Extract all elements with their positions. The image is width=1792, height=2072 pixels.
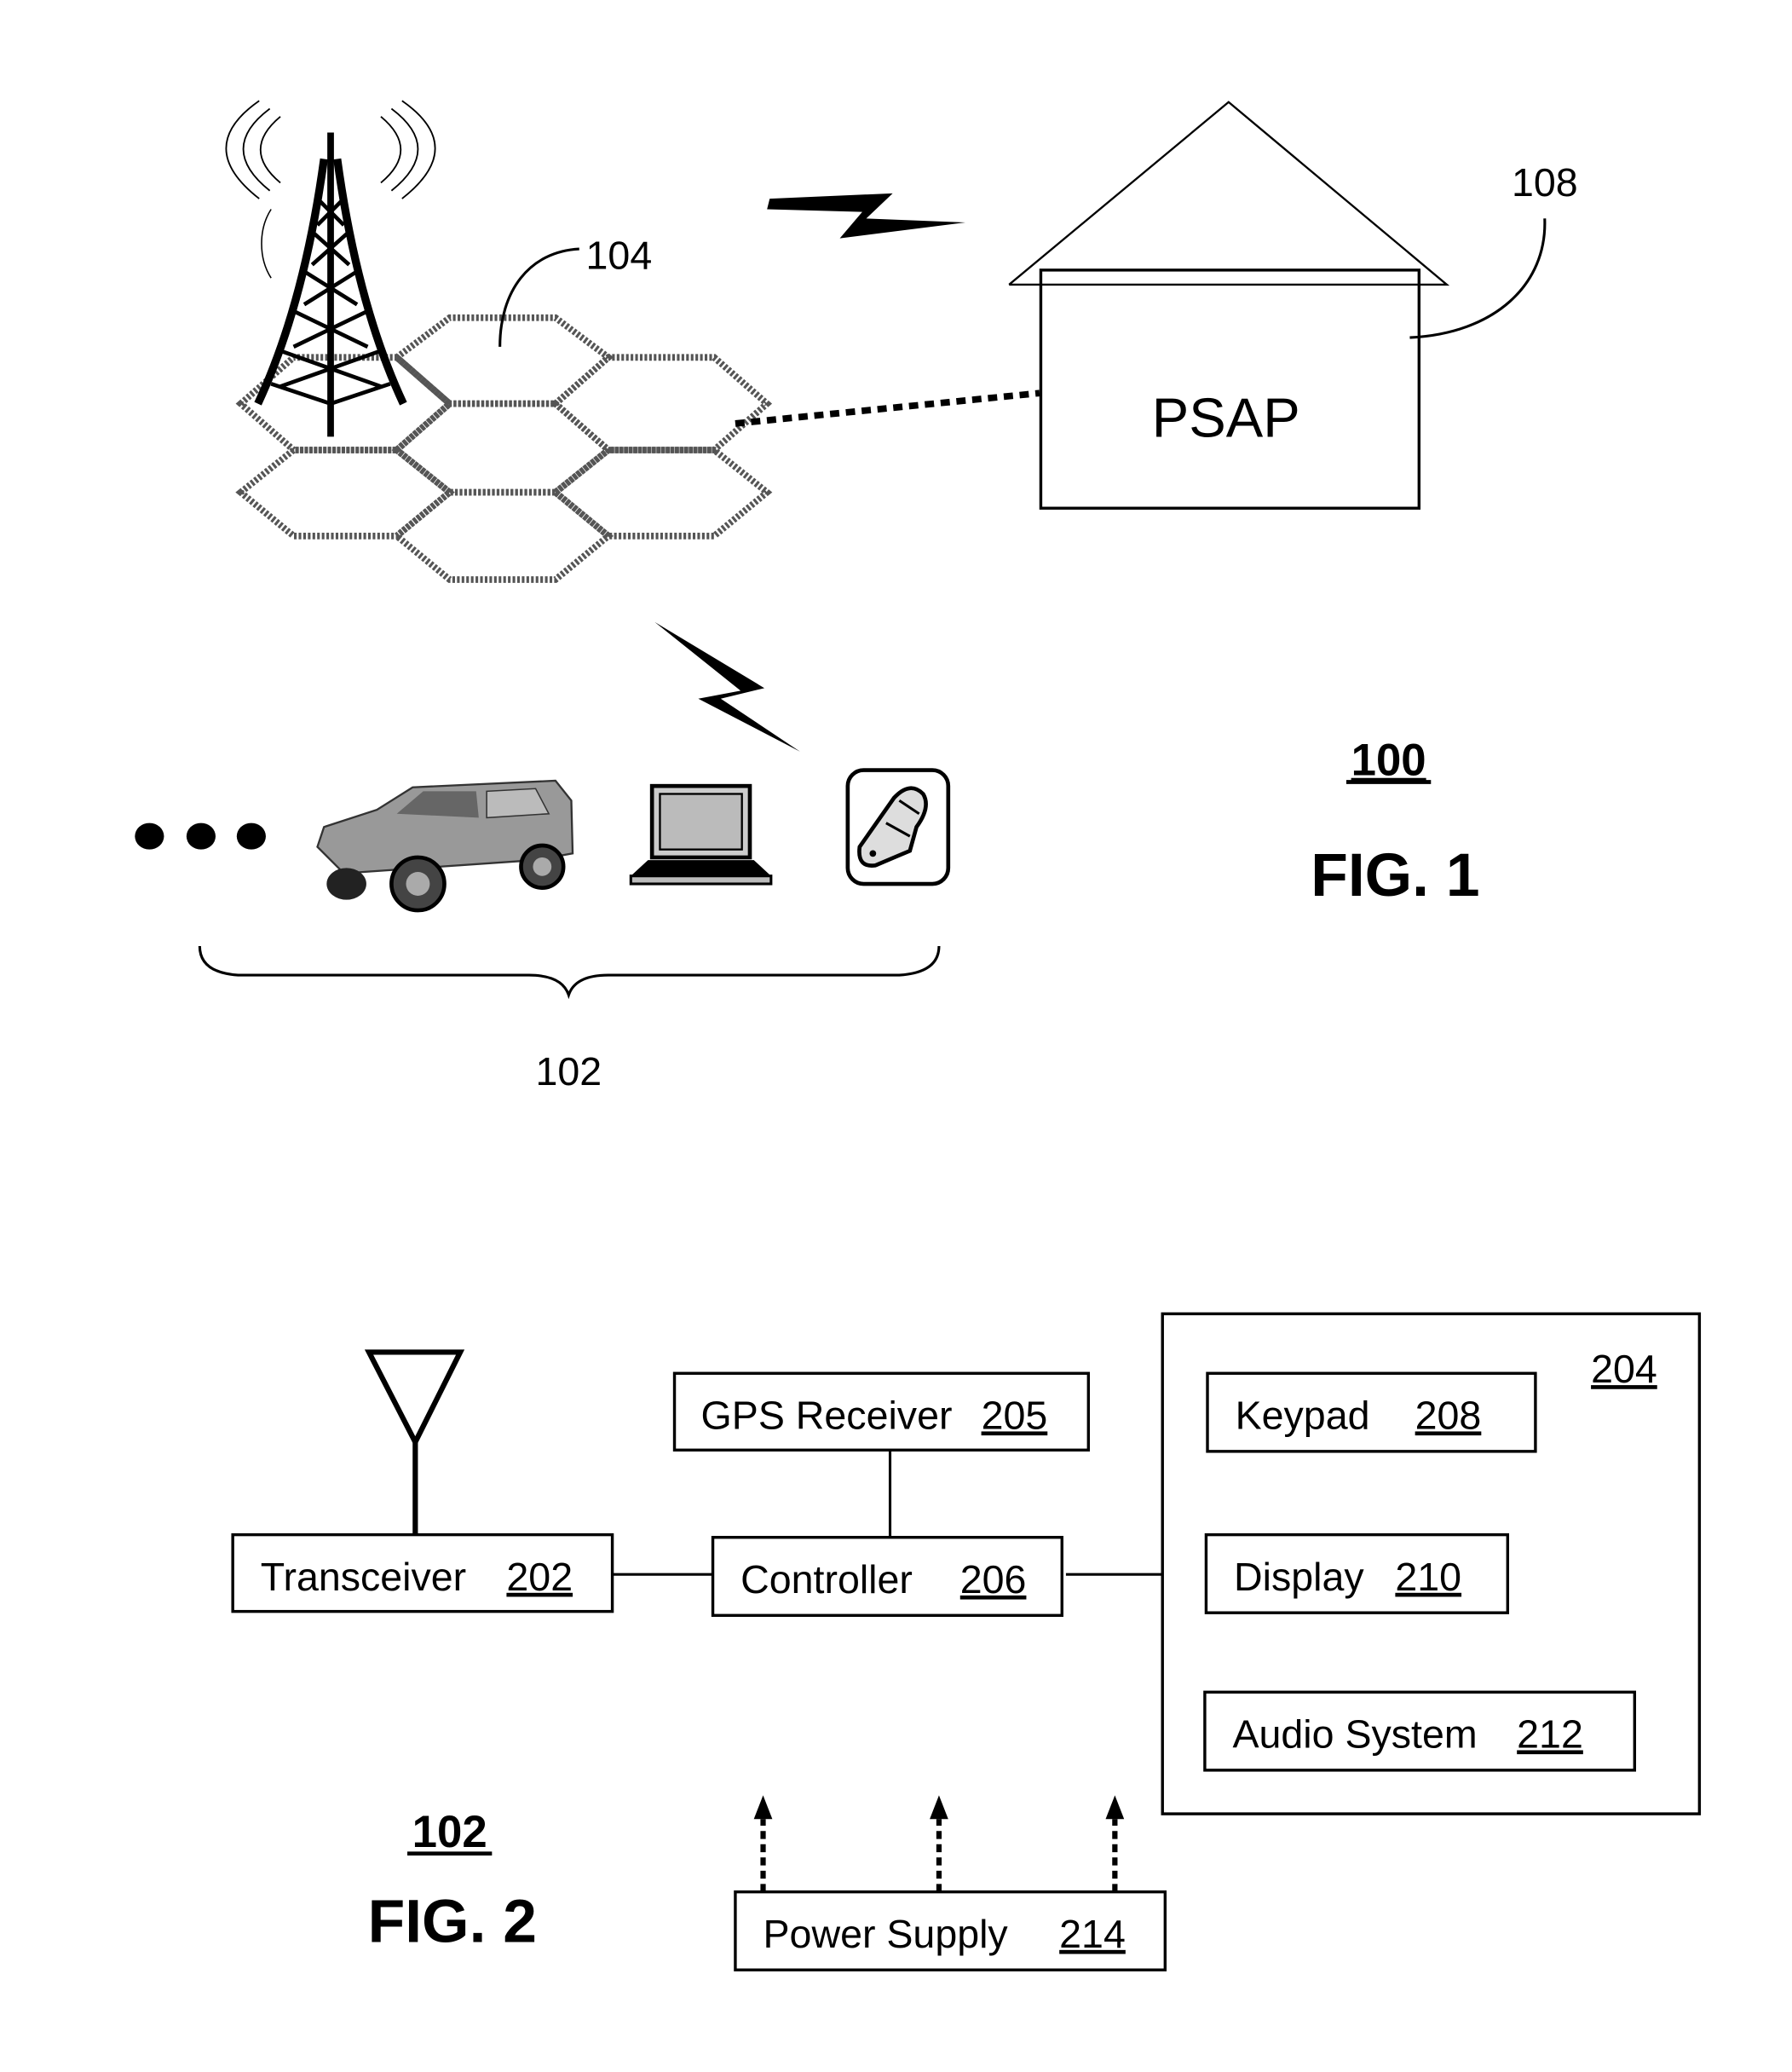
- audio-system-label: Audio System: [1232, 1711, 1477, 1756]
- power-arrows: [760, 1819, 1118, 1892]
- psap-label: PSAP: [1152, 386, 1300, 448]
- controller-label: Controller: [740, 1557, 913, 1602]
- callout-104-leader: [498, 247, 579, 347]
- devices-brace: [198, 945, 941, 1000]
- ellipsis-icon: [135, 822, 266, 850]
- keypad-ref: 208: [1415, 1393, 1482, 1437]
- network-to-psap-link: [735, 390, 1040, 427]
- fig2: Transceiver 202 GPS Receiver 205 Control…: [231, 1312, 1702, 1971]
- gps-ref: 205: [982, 1393, 1048, 1437]
- mobile-phone-icon: [845, 768, 951, 886]
- transceiver-label: Transceiver: [261, 1555, 466, 1599]
- callout-108-leader: [1409, 218, 1547, 339]
- ui-group-ref: 204: [1591, 1347, 1657, 1391]
- controller-ref: 206: [960, 1557, 1027, 1602]
- lightning-icon: [767, 193, 965, 239]
- ref-devices: 102: [536, 1049, 602, 1094]
- display-label: Display: [1234, 1555, 1364, 1599]
- patent-figure-sheet: 104 PSAP 108 102 100 FIG. 1 Transceiver …: [135, 100, 1702, 1971]
- antenna-icon: [364, 1349, 465, 1535]
- ref-network: 104: [586, 233, 653, 277]
- audio-system-ref: 212: [1517, 1711, 1583, 1756]
- transceiver-ref: 202: [506, 1555, 573, 1599]
- ref-system: 100: [1351, 736, 1426, 786]
- device-ref: 102: [412, 1807, 487, 1857]
- fig2-caption: FIG. 2: [368, 1888, 537, 1956]
- fig1-caption: FIG. 1: [1311, 841, 1479, 909]
- power-supply-label: Power Supply: [763, 1912, 1009, 1956]
- gps-label: GPS Receiver: [701, 1393, 953, 1437]
- power-supply-ref: 214: [1059, 1912, 1126, 1956]
- ref-psap: 108: [1512, 160, 1578, 205]
- keypad-label: Keypad: [1236, 1393, 1370, 1437]
- display-ref: 210: [1395, 1555, 1461, 1599]
- cellular-network-grid: [235, 314, 773, 583]
- car-icon: [316, 779, 574, 913]
- fig1: 104 PSAP 108 102 100 FIG. 1: [135, 100, 1578, 1094]
- arrowhead-icons: [753, 1795, 1125, 1820]
- lightning-icon: [654, 621, 800, 752]
- laptop-icon: [629, 783, 773, 886]
